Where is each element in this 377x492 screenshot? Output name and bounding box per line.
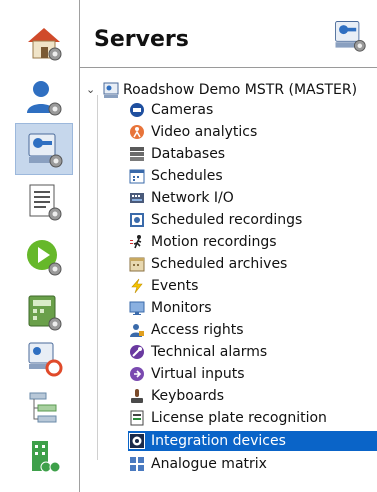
tree-item-scheduled-archives[interactable]: Scheduled archives xyxy=(128,254,287,274)
virtual-input-icon xyxy=(128,365,146,383)
tree-item-label: License plate recognition xyxy=(151,410,327,426)
organization-button[interactable] xyxy=(16,432,72,482)
server-icon xyxy=(103,82,119,98)
monitor-icon xyxy=(128,299,146,317)
tree-item-label: Scheduled archives xyxy=(151,256,288,272)
archive-icon xyxy=(128,255,146,273)
tree-item-schedules[interactable]: Schedules xyxy=(128,166,223,186)
hierarchy-button[interactable] xyxy=(16,382,72,432)
access-rights-icon xyxy=(128,321,146,339)
tree-item-databases[interactable]: Databases xyxy=(128,144,225,164)
home-settings-button[interactable] xyxy=(16,17,72,67)
tree-item-integration-devices[interactable]: Integration devices xyxy=(128,431,377,451)
tree-item-monitors[interactable]: Monitors xyxy=(128,298,212,318)
tree-item-label: Databases xyxy=(151,146,226,162)
panel-header: Servers xyxy=(80,0,377,68)
keyboard-icon xyxy=(128,387,146,405)
technical-alarm-icon xyxy=(128,343,146,361)
tree-item-label: Network I/O xyxy=(151,190,234,206)
server-lifebuoy-icon xyxy=(28,342,63,377)
tree-item-events[interactable]: Events xyxy=(128,276,198,296)
tree-item-video-analytics[interactable]: Video analytics xyxy=(128,122,257,142)
user-settings-button[interactable] xyxy=(16,72,72,122)
tree-item-label: Schedules xyxy=(151,168,223,184)
hierarchy-icon xyxy=(29,392,57,423)
tree-item-label: Motion recordings xyxy=(151,234,277,250)
list-settings-button[interactable] xyxy=(16,177,72,227)
tree-item-keyboards[interactable]: Keyboards xyxy=(128,386,224,406)
playback-settings-button[interactable] xyxy=(16,232,72,282)
tree-item-label: Monitors xyxy=(151,300,212,316)
license-plate-icon xyxy=(128,409,146,427)
matrix-grid-icon xyxy=(128,455,146,473)
tree-root-label: Roadshow Demo MSTR (MASTER) xyxy=(123,82,358,98)
tree-item-label: Keyboards xyxy=(151,388,225,404)
lightning-icon xyxy=(128,277,146,295)
tree-guide-line xyxy=(97,95,98,460)
server-settings-button[interactable] xyxy=(15,123,73,175)
tree-item-license-plate-recognition[interactable]: License plate recognition xyxy=(128,408,327,428)
home-settings-icon xyxy=(28,28,62,61)
list-settings-icon xyxy=(29,184,62,221)
motion-icon xyxy=(128,233,146,251)
tree-item-access-rights[interactable]: Access rights xyxy=(128,320,244,340)
video-analytics-icon xyxy=(128,123,146,141)
integration-gear-icon xyxy=(128,432,146,450)
calendar-icon xyxy=(128,167,146,185)
tree-item-virtual-inputs[interactable]: Virtual inputs xyxy=(128,364,245,384)
tree-item-label: Cameras xyxy=(151,102,214,118)
tree-item-analogue-matrix[interactable]: Analogue matrix xyxy=(128,454,267,474)
tree-item-label: Events xyxy=(151,278,199,294)
panel-settings-icon xyxy=(28,295,62,331)
building-people-icon xyxy=(32,441,61,473)
tree-item-label: Integration devices xyxy=(151,433,286,449)
tree-item-network-io[interactable]: Network I/O xyxy=(128,188,234,208)
tree-item-label: Analogue matrix xyxy=(151,456,267,472)
play-settings-icon xyxy=(27,240,62,276)
tree-item-label: Access rights xyxy=(151,322,244,338)
tree-item-label: Video analytics xyxy=(151,124,258,140)
tree-item-motion-recordings[interactable]: Motion recordings xyxy=(128,232,277,252)
scheduled-recording-icon xyxy=(128,211,146,229)
server-settings-icon xyxy=(335,21,366,52)
camera-icon xyxy=(128,101,146,119)
chevron-down-icon[interactable]: ⌄ xyxy=(86,84,96,95)
server-support-button[interactable] xyxy=(16,333,72,383)
database-icon xyxy=(128,145,146,163)
tree-item-scheduled-recordings[interactable]: Scheduled recordings xyxy=(128,210,302,230)
user-settings-icon xyxy=(27,81,62,116)
tree-item-technical-alarms[interactable]: Technical alarms xyxy=(128,342,267,362)
modules-settings-button[interactable] xyxy=(16,287,72,337)
page-title: Servers xyxy=(94,27,189,52)
tree-root[interactable]: ⌄ Roadshow Demo MSTR (MASTER) xyxy=(86,80,357,100)
tree-item-label: Technical alarms xyxy=(151,344,268,360)
server-settings-icon xyxy=(28,133,63,168)
tree-item-label: Virtual inputs xyxy=(151,366,245,382)
tree-item-label: Scheduled recordings xyxy=(151,212,303,228)
network-io-icon xyxy=(128,189,146,207)
left-navigation xyxy=(0,0,80,492)
tree-item-cameras[interactable]: Cameras xyxy=(128,100,213,120)
